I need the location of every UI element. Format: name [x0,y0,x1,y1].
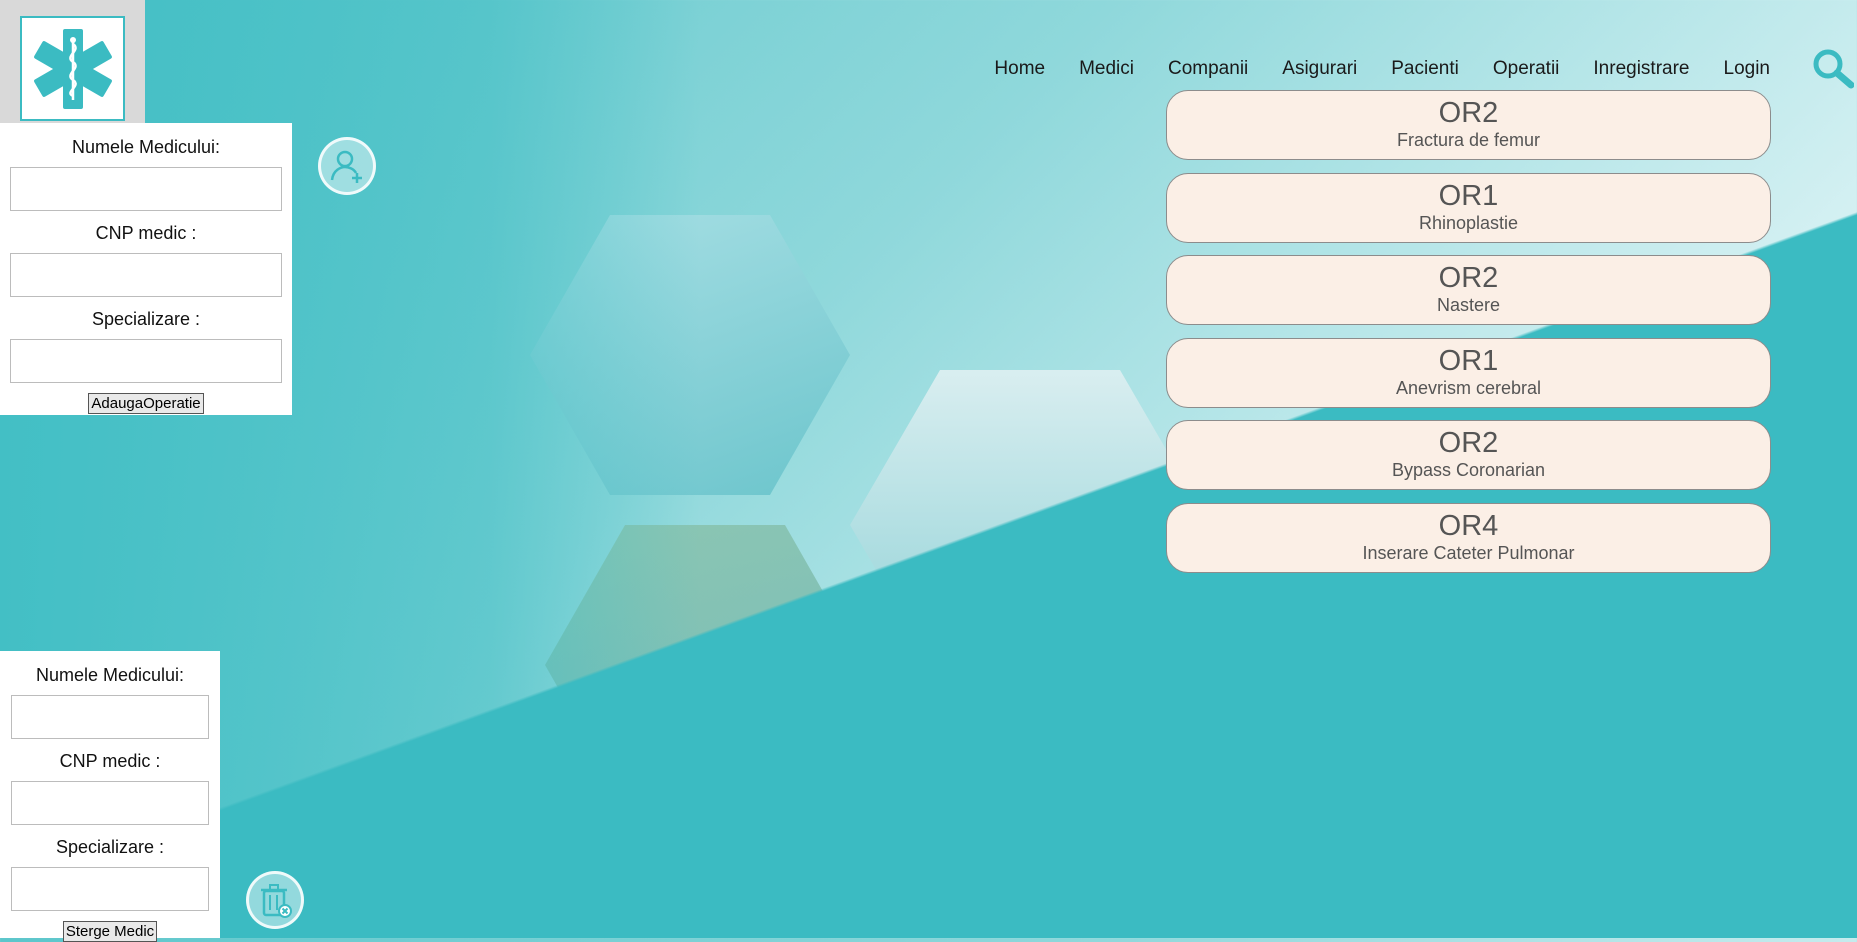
specialization-label: Specializare : [91,309,201,329]
bg-hex-nurse [860,680,1160,930]
bg-hex-doctor [850,370,1210,680]
specialization-input[interactable] [10,339,282,383]
operation-room: OR4 [1438,509,1499,542]
nav-pacienti[interactable]: Pacienti [1374,58,1476,80]
doctor-name-input[interactable] [11,695,209,739]
bg-hex-equipment [530,215,850,495]
operation-card[interactable]: OR1 Rhinoplastie [1166,172,1771,243]
operation-card[interactable]: OR2 Fractura de femur [1166,90,1771,160]
add-operation-form: Numele Medicului: CNP medic : Specializa… [0,123,292,415]
operation-room: OR2 [1438,262,1499,294]
cnp-label: CNP medic : [59,751,161,771]
main-nav: Home Medici Companii Asigurari Pacienti … [977,58,1787,80]
nav-operatii[interactable]: Operatii [1476,58,1577,80]
bg-hex-woman [545,525,865,805]
specialization-input[interactable] [11,867,209,911]
nav-home[interactable]: Home [977,58,1062,80]
trash-icon[interactable] [246,871,304,929]
operation-card[interactable]: OR4 Inserare Cateter Pulmonar [1166,502,1771,573]
operation-room: OR2 [1438,97,1499,129]
delete-doctor-button[interactable]: Sterge Medic [62,921,158,942]
nav-inregistrare[interactable]: Inregistrare [1576,58,1706,80]
operation-card[interactable]: OR2 Nastere [1166,255,1771,325]
operation-room: OR1 [1438,179,1499,212]
add-user-icon[interactable] [318,137,376,195]
operation-card[interactable]: OR1 Anevrism cerebral [1166,337,1771,408]
operation-name: Inserare Cateter Pulmonar [1362,542,1575,563]
nav-medici[interactable]: Medici [1062,58,1151,80]
delete-doctor-form: Numele Medicului: CNP medic : Specializa… [0,651,220,942]
nav-asigurari[interactable]: Asigurari [1265,58,1374,80]
operation-name: Fractura de femur [1396,130,1541,150]
operation-room: OR2 [1438,427,1499,459]
doctor-name-input[interactable] [10,167,282,211]
operation-name: Nastere [1436,295,1501,315]
search-icon[interactable] [1812,48,1855,95]
operation-card[interactable]: OR2 Bypass Coronarian [1166,420,1771,490]
cnp-label: CNP medic : [95,223,197,243]
operation-room: OR1 [1438,344,1499,377]
add-operation-button[interactable]: AdaugaOperatie [88,393,204,414]
cnp-input[interactable] [11,781,209,825]
specialization-label: Specializare : [55,837,165,857]
doctor-name-label: Numele Medicului: [35,665,185,685]
operation-name: Anevrism cerebral [1395,377,1542,398]
logo[interactable] [0,0,145,125]
nav-login[interactable]: Login [1707,58,1788,80]
operation-name: Rhinoplastie [1418,212,1519,233]
star-of-life-icon [20,16,125,121]
operations-list: OR2 Fractura de femur OR1 Rhinoplastie O… [1166,90,1771,585]
doctor-name-label: Numele Medicului: [71,137,221,157]
operation-name: Bypass Coronarian [1391,460,1546,480]
nav-companii[interactable]: Companii [1151,58,1265,80]
cnp-input[interactable] [10,253,282,297]
